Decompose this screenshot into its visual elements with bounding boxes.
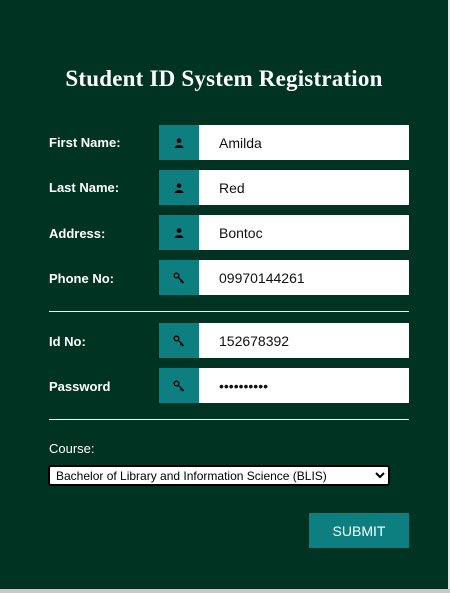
page-title: Student ID System Registration	[65, 66, 383, 91]
phone-label: Phone No:	[49, 271, 114, 286]
last-name-input[interactable]	[199, 170, 409, 205]
password-label: Password	[49, 379, 111, 394]
key-icon	[159, 323, 199, 358]
user-icon	[159, 170, 199, 205]
id-no-label: Id No:	[49, 334, 86, 349]
course-select[interactable]: Bachelor of Library and Information Scie…	[48, 465, 390, 486]
section-divider	[49, 419, 409, 420]
user-icon	[159, 125, 199, 160]
first-name-input[interactable]	[199, 125, 409, 160]
key-icon	[159, 368, 199, 403]
course-label: Course:	[49, 441, 95, 456]
phone-field-group	[159, 260, 409, 295]
password-field-group	[159, 368, 409, 403]
address-input[interactable]	[199, 215, 409, 250]
password-input[interactable]	[199, 368, 409, 403]
last-name-field-group	[159, 170, 409, 205]
first-name-field-group	[159, 125, 409, 160]
key-icon	[159, 260, 199, 295]
user-icon	[159, 215, 199, 250]
address-field-group	[159, 215, 409, 250]
last-name-label: Last Name:	[49, 180, 120, 195]
registration-panel: Student ID System Registration First Nam…	[0, 0, 450, 589]
id-no-field-group	[159, 323, 409, 358]
phone-input[interactable]	[199, 260, 409, 295]
id-no-input[interactable]	[199, 323, 409, 358]
first-name-label: First Name:	[49, 135, 121, 150]
submit-button[interactable]: SUBMIT	[309, 513, 409, 548]
section-divider	[49, 311, 409, 312]
address-label: Address:	[49, 226, 106, 241]
